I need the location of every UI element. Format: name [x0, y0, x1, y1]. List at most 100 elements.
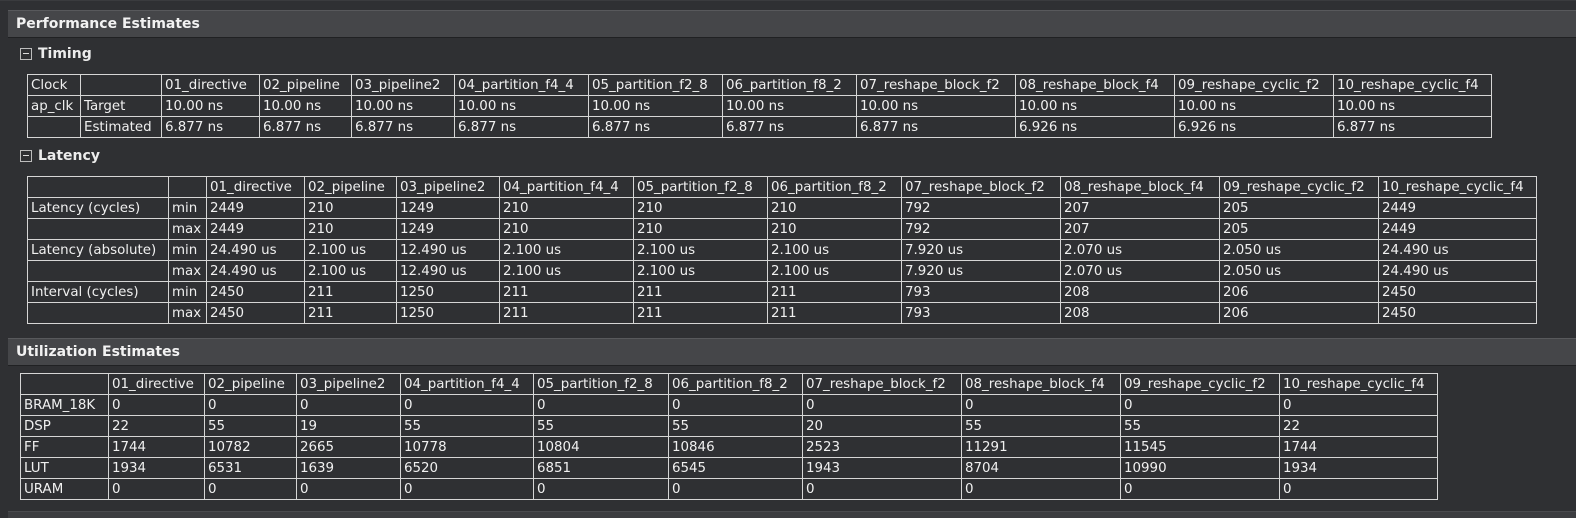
header-row: Clock 01_directive 02_pipeline 03_pipeline2…	[27, 74, 1492, 96]
column-header: 03_pipeline2	[351, 74, 455, 96]
table-cell: 210	[499, 218, 634, 240]
timing-row: Estimated 6.877 ns 6.877 ns 6.877 ns 6.877 n…	[27, 116, 1492, 138]
table-cell: 0	[1279, 394, 1438, 416]
table-cell: 55	[400, 415, 534, 437]
table-cell: ap_clk	[27, 95, 81, 117]
table-cell: 2.100 us	[767, 239, 902, 261]
table-cell: 2449	[1378, 197, 1537, 219]
table-cell: 0	[961, 478, 1121, 500]
timing-subheader[interactable]: Timing	[20, 46, 92, 62]
column-header: 03_pipeline2	[396, 176, 500, 198]
table-cell: 6520	[400, 457, 534, 479]
table-cell: 205	[1219, 197, 1379, 219]
column-header: 04_partition_f4_4	[499, 176, 634, 198]
table-cell: 210	[499, 197, 634, 219]
table-cell: 6.877 ns	[161, 116, 260, 138]
table-cell: Interval (cycles)	[27, 281, 169, 303]
column-header: 07_reshape_block_f2	[802, 373, 962, 395]
table-cell: 1744	[108, 436, 205, 458]
table-cell: 208	[1060, 281, 1220, 303]
table-cell: 10.00 ns	[259, 95, 352, 117]
table-cell: 210	[767, 218, 902, 240]
utilization-estimates-header[interactable]: Utilization Estimates	[8, 338, 1576, 366]
table-cell: 792	[901, 218, 1061, 240]
latency-row: max 2449 210 1249 210 210 210 792 207 205 2449	[27, 218, 1537, 240]
collapse-icon[interactable]	[20, 150, 32, 162]
timing-table-body: Clock 01_directive 02_pipeline 03_pipeline2…	[27, 74, 1492, 138]
table-cell: 55	[533, 415, 669, 437]
table-cell: Target	[80, 95, 162, 117]
table-cell: 1934	[108, 457, 205, 479]
table-cell: FF	[20, 436, 109, 458]
latency-title: Latency	[38, 148, 100, 164]
table-cell: 1250	[396, 302, 500, 324]
table-cell: 10846	[668, 436, 803, 458]
latency-table-body: 01_directive 02_pipeline 03_pipeline2 04_pa…	[27, 176, 1537, 324]
column-header: 10_reshape_cyclic_f4	[1378, 176, 1537, 198]
table-cell: 0	[204, 478, 297, 500]
column-header: 06_partition_f8_2	[668, 373, 803, 395]
table-cell: 211	[499, 281, 634, 303]
column-header: 03_pipeline2	[296, 373, 401, 395]
table-cell: 24.490 us	[1378, 239, 1537, 261]
column-header: 01_directive	[206, 176, 305, 198]
table-cell	[27, 116, 81, 138]
table-cell: 11291	[961, 436, 1121, 458]
horizontal-scrollbar[interactable]	[8, 511, 1576, 518]
table-cell: 2449	[206, 197, 305, 219]
utilization-row: LUT 1934 6531 1639 6520 6851 6545 1943 8704 10990…	[20, 457, 1438, 479]
column-header: 07_reshape_block_f2	[901, 176, 1061, 198]
table-cell: 55	[204, 415, 297, 437]
table-cell: 55	[668, 415, 803, 437]
column-header: 09_reshape_cyclic_f2	[1219, 176, 1379, 198]
column-header: 08_reshape_block_f4	[961, 373, 1121, 395]
collapse-icon[interactable]	[20, 48, 32, 60]
table-cell: 10.00 ns	[1015, 95, 1175, 117]
table-cell: 10778	[400, 436, 534, 458]
table-cell: 206	[1219, 302, 1379, 324]
table-cell: 10.00 ns	[454, 95, 589, 117]
table-cell: max	[168, 260, 207, 282]
performance-estimates-header[interactable]: Performance Estimates	[8, 10, 1576, 38]
table-cell: 22	[108, 415, 205, 437]
table-cell: 2450	[206, 281, 305, 303]
column-header	[168, 176, 207, 198]
table-cell: 0	[1279, 478, 1438, 500]
table-cell: 0	[961, 394, 1121, 416]
table-cell: 0	[533, 478, 669, 500]
table-cell: 0	[108, 394, 205, 416]
latency-row: Latency (absolute) min 24.490 us 2.100 us 12…	[27, 239, 1537, 261]
table-cell: 6531	[204, 457, 297, 479]
table-cell	[27, 260, 169, 282]
table-cell: 1744	[1279, 436, 1438, 458]
table-cell: 6.877 ns	[259, 116, 352, 138]
table-cell: Latency (cycles)	[27, 197, 169, 219]
table-cell: 2.100 us	[767, 260, 902, 282]
table-cell: 211	[767, 302, 902, 324]
table-cell: 24.490 us	[206, 239, 305, 261]
table-cell: 207	[1060, 218, 1220, 240]
table-cell: 793	[901, 302, 1061, 324]
table-cell: 206	[1219, 281, 1379, 303]
table-cell: 2.100 us	[633, 260, 768, 282]
table-cell: 6.926 ns	[1015, 116, 1175, 138]
column-header: 10_reshape_cyclic_f4	[1279, 373, 1438, 395]
table-cell: 6.877 ns	[856, 116, 1016, 138]
table-cell: 1250	[396, 281, 500, 303]
column-header: 06_partition_f8_2	[767, 176, 902, 198]
table-cell: min	[168, 197, 207, 219]
table-cell: 10990	[1120, 457, 1280, 479]
table-cell: 19	[296, 415, 401, 437]
table-cell: 211	[304, 281, 397, 303]
table-cell: 211	[633, 281, 768, 303]
table-cell: 0	[802, 394, 962, 416]
utilization-table-body: 01_directive 02_pipeline 03_pipeline2 04_pa…	[20, 373, 1438, 500]
utilization-row: DSP 22 55 19 55 55 55 20 55 55 22	[20, 415, 1438, 437]
latency-subheader[interactable]: Latency	[20, 148, 100, 164]
table-cell: 2.070 us	[1060, 260, 1220, 282]
column-header	[27, 176, 169, 198]
table-cell: 0	[400, 394, 534, 416]
performance-estimates-title: Performance Estimates	[16, 16, 200, 32]
utilization-row: BRAM_18K 0 0 0 0 0 0 0 0 0 0	[20, 394, 1438, 416]
table-cell: 0	[1120, 394, 1280, 416]
